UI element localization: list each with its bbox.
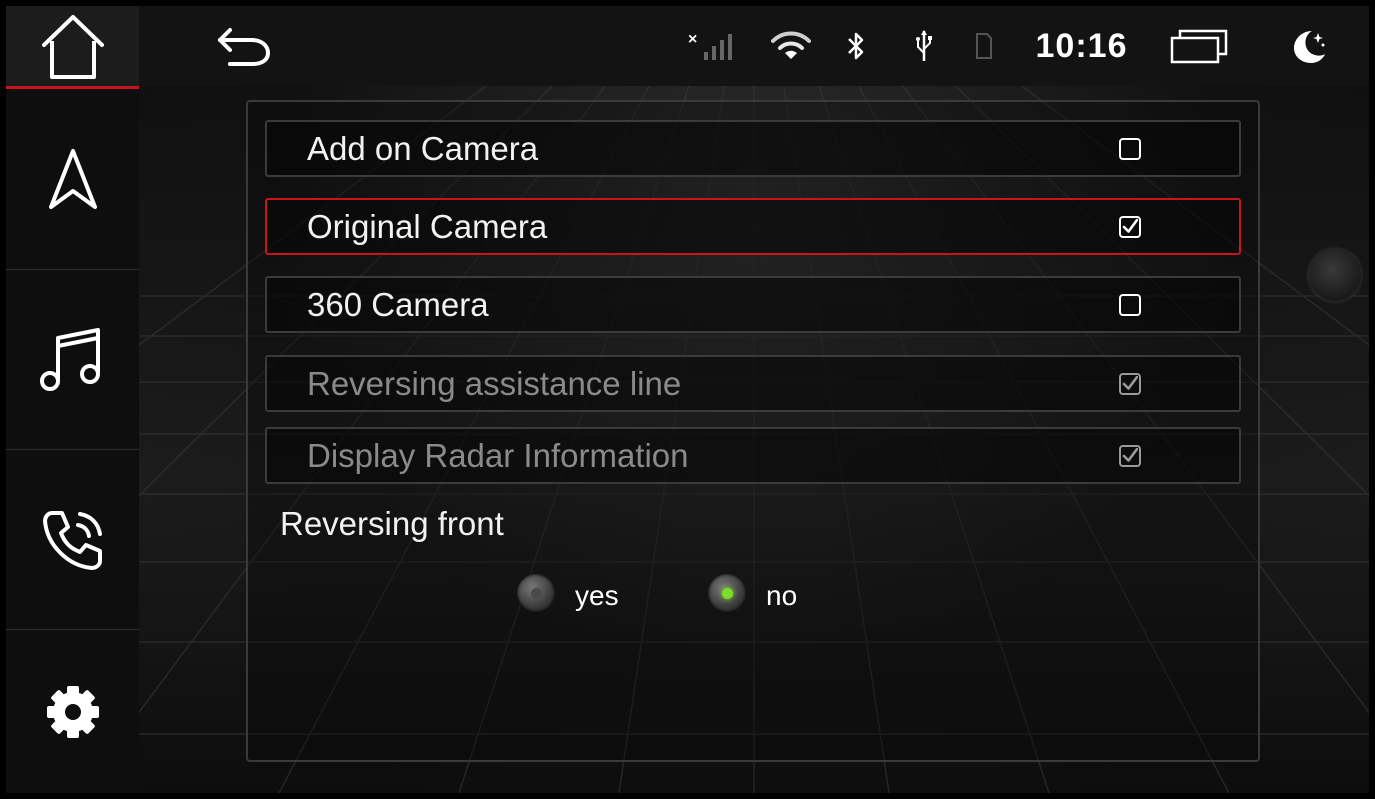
rail-settings-button[interactable] (6, 630, 139, 793)
recent-apps-button[interactable] (1164, 6, 1236, 86)
settings-gear-icon (46, 685, 99, 738)
radio-no-label[interactable]: no (766, 580, 797, 612)
checkbox-checked-disabled (1119, 372, 1141, 395)
navigation-icon (48, 148, 97, 209)
rail-music-button[interactable] (6, 270, 139, 450)
signal-indicator: × (684, 6, 744, 86)
option-label: Add on Camera (307, 129, 539, 167)
music-icon (39, 327, 100, 391)
checkmark-icon (1122, 375, 1138, 390)
night-mode-icon (1294, 31, 1325, 63)
back-button[interactable] (209, 6, 279, 86)
phone-icon (42, 510, 102, 570)
rail-phone-button[interactable] (6, 450, 139, 630)
option-add-on-camera[interactable]: Add on Camera (265, 120, 1241, 177)
reversing-front-title: Reversing front (280, 505, 504, 542)
checkmark-icon (1122, 447, 1138, 462)
option-label: Display Radar Information (307, 436, 689, 474)
checkbox-unchecked[interactable] (1119, 293, 1141, 316)
radio-dot (530, 587, 542, 599)
checkbox-checked[interactable] (1119, 215, 1141, 238)
head-unit-screen: × 10:16 Add on Camera Original Camera 36… (0, 0, 1375, 799)
clock-time: 10:16 (1035, 26, 1128, 65)
option-label: 360 Camera (307, 285, 489, 323)
night-mode-button[interactable] (1279, 6, 1339, 86)
option-display-radar-information: Display Radar Information (265, 427, 1241, 484)
home-icon (41, 15, 104, 79)
wifi-indicator (769, 6, 813, 86)
recent-apps-icon (1170, 29, 1228, 64)
scroll-indicator[interactable] (1309, 249, 1361, 301)
status-bar: × 10:16 (139, 6, 1369, 86)
rail-home-button[interactable] (6, 6, 139, 89)
usb-icon (916, 30, 932, 61)
sim-card-icon (976, 33, 992, 59)
option-360-camera[interactable]: 360 Camera (265, 276, 1241, 333)
option-label: Original Camera (307, 207, 548, 245)
back-arrow-icon (218, 28, 271, 66)
bluetooth-indicator (839, 6, 873, 86)
checkmark-icon (1122, 218, 1138, 233)
wifi-icon (771, 31, 811, 59)
radio-no[interactable] (708, 574, 746, 612)
usb-indicator (907, 6, 941, 86)
option-original-camera[interactable]: Original Camera (265, 198, 1241, 255)
sim-indicator (967, 6, 1001, 86)
no-signal-icon: × (688, 31, 732, 60)
radio-yes[interactable] (517, 574, 555, 612)
rail-navigation-button[interactable] (6, 90, 139, 270)
option-label: Reversing assistance line (307, 364, 682, 402)
svg-text:×: × (688, 31, 697, 48)
bluetooth-icon (848, 32, 864, 60)
checkbox-checked-disabled (1119, 444, 1141, 467)
checkbox-unchecked[interactable] (1119, 137, 1141, 160)
radio-dot-selected (721, 587, 733, 599)
side-nav-rail (6, 6, 139, 793)
option-reversing-assistance-line: Reversing assistance line (265, 355, 1241, 412)
radio-yes-label[interactable]: yes (575, 580, 619, 612)
